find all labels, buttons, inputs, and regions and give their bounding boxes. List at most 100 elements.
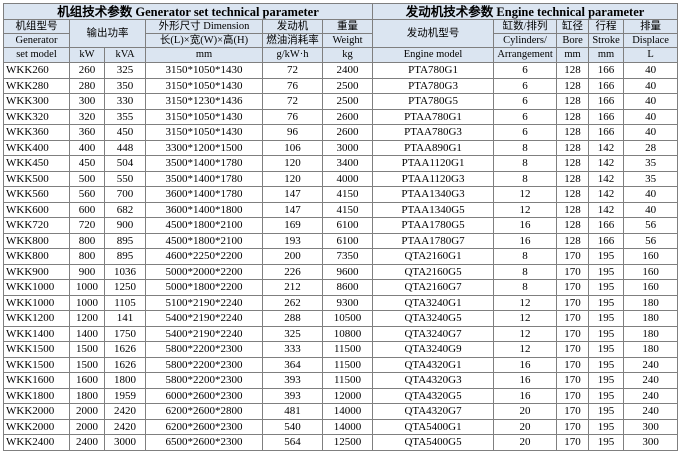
engine-model-cell: QTA3240G5: [372, 310, 495, 327]
engine-model-cell: PTAA1340G5: [372, 201, 495, 218]
fuel-cell: 96: [262, 124, 323, 141]
fuel-cell: 106: [262, 139, 323, 156]
cylinders-cell: 16: [493, 387, 558, 404]
displace-cell: 180: [623, 294, 679, 311]
displace-header-en: Displace: [623, 33, 679, 48]
bore-cell: 170: [556, 294, 590, 311]
engine-model-cell: QTA3240G9: [372, 341, 495, 358]
dimension-cell: 5800*2200*2300: [145, 372, 263, 389]
displace-cell: 160: [623, 263, 679, 280]
stroke-cell: 195: [588, 310, 625, 327]
kw-cell: 1800: [69, 387, 105, 404]
weight-cell: 10800: [321, 325, 374, 342]
bore-cell: 128: [556, 232, 590, 249]
model-cell: WKK320: [3, 108, 70, 125]
displace-header-zh: 排量: [623, 19, 679, 34]
bore-cell: 170: [556, 248, 590, 265]
weight-cell: 10500: [321, 310, 374, 327]
model-cell: WKK300: [3, 93, 70, 110]
engine-section-title: 发动机技术参数 Engine technical parameter: [372, 3, 679, 20]
spec-table: 机组技术参数 Generator set technical parameter…: [2, 3, 679, 451]
dimension-cell: 4600*2250*2200: [145, 248, 263, 265]
table-row: WKK400 400 448 3300*1200*1500 106 3000 PTAA890…: [3, 139, 679, 156]
displace-cell: 240: [623, 387, 679, 404]
stroke-cell: 195: [588, 372, 625, 389]
stroke-cell: 142: [588, 201, 625, 218]
model-cell: WKK280: [3, 77, 70, 94]
cylinders-cell: 6: [493, 108, 558, 125]
engine-model-cell: PTAA1340G3: [372, 186, 495, 203]
fuel-cell: 393: [262, 372, 323, 389]
stroke-cell: 195: [588, 418, 625, 435]
bore-cell: 128: [556, 139, 590, 156]
kva-cell: 448: [104, 139, 146, 156]
cylinders-cell: 16: [493, 372, 558, 389]
bore-cell: 128: [556, 170, 590, 187]
engine-model-cell: QTA3240G7: [372, 325, 495, 342]
dimension-cell: 6200*2600*2300: [145, 418, 263, 435]
displace-unit: L: [623, 47, 679, 63]
table-row: WKK800 800 895 4500*1800*2100 193 6100 PTAA178…: [3, 232, 679, 249]
table-row: WKK1400 1400 1750 5400*2190*2240 325 10800 QTA…: [3, 325, 679, 342]
kw-cell: 720: [69, 217, 105, 234]
weight-header-zh: 重量: [321, 19, 374, 34]
displace-cell: 40: [623, 77, 679, 94]
model-cell: WKK500: [3, 170, 70, 187]
bore-cell: 170: [556, 263, 590, 280]
model-cell: WKK1500: [3, 356, 70, 373]
engine-model-cell: QTA4320G1: [372, 356, 495, 373]
stroke-cell: 166: [588, 62, 625, 79]
stroke-unit: mm: [588, 47, 625, 63]
dimension-cell: 4500*1800*2100: [145, 217, 263, 234]
stroke-cell: 142: [588, 139, 625, 156]
bore-cell: 128: [556, 62, 590, 79]
cylinders-cell: 12: [493, 294, 558, 311]
displace-cell: 40: [623, 93, 679, 110]
model-cell: WKK1400: [3, 325, 70, 342]
stroke-cell: 195: [588, 341, 625, 358]
stroke-header-zh: 行程: [588, 19, 625, 34]
kw-cell: 400: [69, 139, 105, 156]
cylinders-cell: 12: [493, 201, 558, 218]
table-row: WKK600 600 682 3600*1400*1800 147 4150 PTAA134…: [3, 201, 679, 218]
weight-cell: 6100: [321, 217, 374, 234]
cylinders-cell: 12: [493, 310, 558, 327]
displace-cell: 40: [623, 108, 679, 125]
fuel-cell: 76: [262, 108, 323, 125]
model-cell: WKK1600: [3, 372, 70, 389]
cylinders-cell: 16: [493, 217, 558, 234]
kw-cell: 300: [69, 93, 105, 110]
weight-cell: 9300: [321, 294, 374, 311]
cylinders-cell: 6: [493, 124, 558, 141]
kw-cell: 260: [69, 62, 105, 79]
bore-cell: 128: [556, 186, 590, 203]
engine-model-cell: PTAA1120G3: [372, 170, 495, 187]
engine-model-header-en: Engine model: [372, 47, 495, 63]
dimension-cell: 5400*2190*2240: [145, 310, 263, 327]
weight-header-en: Weight: [321, 33, 374, 48]
dimension-cell: 3300*1200*1500: [145, 139, 263, 156]
kva-cell: 550: [104, 170, 146, 187]
cylinders-cell: 16: [493, 232, 558, 249]
dimension-cell: 5400*2190*2240: [145, 325, 263, 342]
engine-model-cell: PTAA890G1: [372, 139, 495, 156]
fuel-cell: 212: [262, 279, 323, 296]
engine-model-cell: PTAA1120G1: [372, 155, 495, 172]
displace-cell: 160: [623, 279, 679, 296]
kw-cell: 500: [69, 170, 105, 187]
stroke-cell: 166: [588, 217, 625, 234]
stroke-cell: 195: [588, 356, 625, 373]
stroke-cell: 195: [588, 263, 625, 280]
kva-cell: 1105: [104, 294, 146, 311]
displace-cell: 56: [623, 217, 679, 234]
bore-cell: 128: [556, 93, 590, 110]
weight-cell: 12000: [321, 387, 374, 404]
dimension-cell: 5000*1800*2200: [145, 279, 263, 296]
fuel-cell: 72: [262, 93, 323, 110]
model-header-en2: set model: [3, 47, 70, 63]
table-row: WKK500 500 550 3500*1400*1780 120 4000 PTAA112…: [3, 170, 679, 187]
engine-model-cell: QTA3240G1: [372, 294, 495, 311]
weight-cell: 14000: [321, 418, 374, 435]
bore-cell: 128: [556, 155, 590, 172]
dimension-cell: 3150*1230*1436: [145, 93, 263, 110]
